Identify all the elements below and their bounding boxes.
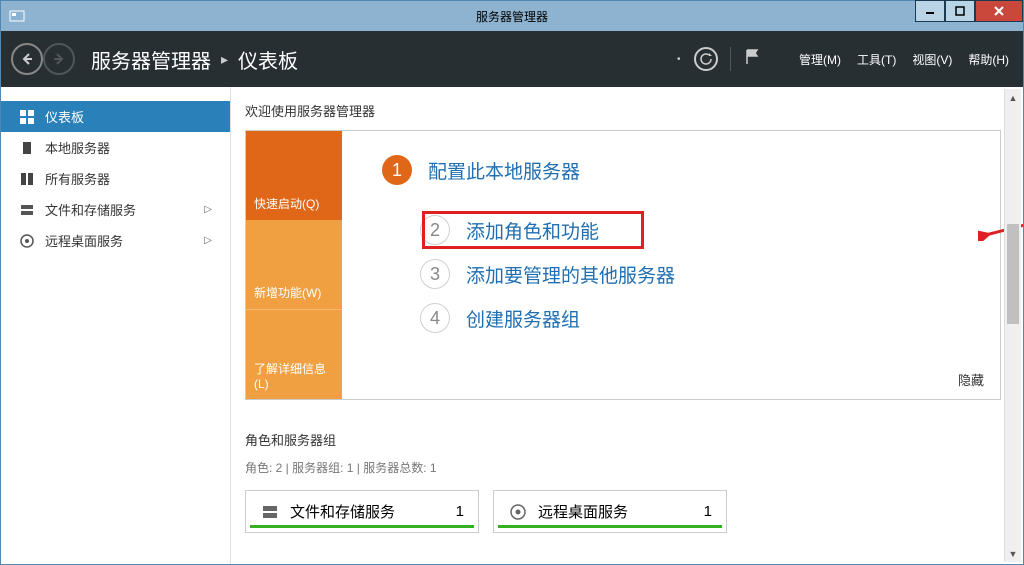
menu-view[interactable]: 视图(V) xyxy=(908,47,956,72)
role-card-remote-desktop[interactable]: 远程桌面服务 1 xyxy=(493,490,727,533)
step-number: 1 xyxy=(382,155,412,185)
sidebar-item-remote-desktop[interactable]: 远程桌面服务 ▷ xyxy=(1,225,230,256)
step-3: 3 添加要管理的其他服务器 xyxy=(420,259,980,289)
breadcrumb-dropdown[interactable]: • xyxy=(677,54,686,65)
minimize-button[interactable] xyxy=(915,0,945,22)
roles-title: 角色和服务器组 xyxy=(245,430,1001,449)
tab-whatsnew[interactable]: 新增功能(W) xyxy=(246,220,342,309)
step-link-add-servers[interactable]: 添加要管理的其他服务器 xyxy=(466,261,675,288)
app-icon xyxy=(7,6,27,26)
menu-tools[interactable]: 工具(T) xyxy=(853,47,900,72)
local-server-icon xyxy=(19,140,35,156)
nav-right: • 管理(M) 工具(T) 视图(V) 帮助(H) xyxy=(677,47,1013,72)
refresh-button[interactable] xyxy=(694,47,718,71)
breadcrumb: 服务器管理器 ▸ 仪表板 xyxy=(91,45,298,74)
chevron-right-icon: ▷ xyxy=(204,235,212,246)
window-controls xyxy=(915,1,1023,31)
nav-arrows xyxy=(11,43,75,75)
dashboard-icon xyxy=(19,109,35,125)
status-accent xyxy=(498,525,722,528)
step-link-create-group[interactable]: 创建服务器组 xyxy=(466,305,580,332)
menu-help[interactable]: 帮助(H) xyxy=(964,47,1013,72)
storage-icon xyxy=(260,502,280,522)
roles-subtitle: 角色: 2 | 服务器组: 1 | 服务器总数: 1 xyxy=(245,459,1001,476)
sidebar-item-all-servers[interactable]: 所有服务器 xyxy=(1,163,230,194)
scroll-down-arrow[interactable]: ▼ xyxy=(1005,545,1021,562)
welcome-title: 欢迎使用服务器管理器 xyxy=(245,101,1001,120)
remote-desktop-icon xyxy=(19,233,35,249)
sidebar-item-label: 仪表板 xyxy=(45,107,84,126)
step-2: 2 添加角色和功能 xyxy=(420,215,980,245)
step-link-add-roles[interactable]: 添加角色和功能 xyxy=(466,217,599,244)
tile-tabs: 快速启动(Q) 新增功能(W) 了解详细信息(L) xyxy=(246,131,342,399)
role-name: 文件和存储服务 xyxy=(290,501,446,522)
breadcrumb-root[interactable]: 服务器管理器 xyxy=(91,45,211,74)
role-count: 1 xyxy=(456,503,464,520)
roles-row: 文件和存储服务 1 远程桌面服务 1 xyxy=(245,490,1001,533)
tile-content: 1 配置此本地服务器 2 添加角色和功能 3 添加要管理的其他服务器 4 创建服… xyxy=(342,131,1000,399)
sidebar-item-label: 文件和存储服务 xyxy=(45,200,136,219)
menu-manage[interactable]: 管理(M) xyxy=(795,47,845,72)
step-1: 1 配置此本地服务器 xyxy=(382,155,980,185)
role-card-storage[interactable]: 文件和存储服务 1 xyxy=(245,490,479,533)
divider xyxy=(730,47,731,71)
scroll-up-arrow[interactable]: ▲ xyxy=(1005,89,1021,106)
chevron-right-icon: ▸ xyxy=(221,51,228,68)
sidebar-item-storage[interactable]: 文件和存储服务 ▷ xyxy=(1,194,230,225)
tab-quickstart[interactable]: 快速启动(Q) xyxy=(246,131,342,220)
role-name: 远程桌面服务 xyxy=(538,501,694,522)
sidebar-item-label: 本地服务器 xyxy=(45,138,110,157)
scrollbar[interactable]: ▲ ▼ xyxy=(1004,89,1021,562)
nav-header: 服务器管理器 ▸ 仪表板 • 管理(M) 工具(T) 视图(V) 帮助(H) xyxy=(0,31,1024,87)
remote-desktop-icon xyxy=(508,502,528,522)
breadcrumb-current: 仪表板 xyxy=(238,45,298,74)
chevron-right-icon: ▷ xyxy=(204,204,212,215)
notifications-flag-icon[interactable] xyxy=(743,48,761,71)
step-number: 3 xyxy=(420,259,450,289)
step-number: 2 xyxy=(420,215,450,245)
hide-link[interactable]: 隐藏 xyxy=(958,370,984,389)
all-servers-icon xyxy=(19,171,35,187)
step-4: 4 创建服务器组 xyxy=(420,303,980,333)
maximize-button[interactable] xyxy=(945,0,975,22)
storage-icon xyxy=(19,202,35,218)
nav-forward-button[interactable] xyxy=(43,43,75,75)
window-title: 服务器管理器 xyxy=(476,8,548,25)
status-accent xyxy=(250,525,474,528)
step-number: 4 xyxy=(420,303,450,333)
tab-learnmore[interactable]: 了解详细信息(L) xyxy=(246,309,342,399)
sidebar-item-label: 远程桌面服务 xyxy=(45,231,123,250)
welcome-tile: 快速启动(Q) 新增功能(W) 了解详细信息(L) 1 配置此本地服务器 2 添… xyxy=(245,130,1001,400)
sidebar-item-local-server[interactable]: 本地服务器 xyxy=(1,132,230,163)
sidebar-item-label: 所有服务器 xyxy=(45,169,110,188)
nav-back-button[interactable] xyxy=(11,43,43,75)
sidebar-item-dashboard[interactable]: 仪表板 xyxy=(1,101,230,132)
step-link-configure-local[interactable]: 配置此本地服务器 xyxy=(428,157,580,184)
scroll-thumb[interactable] xyxy=(1007,224,1019,324)
window-titlebar: 服务器管理器 xyxy=(0,0,1024,31)
sidebar: 仪表板 本地服务器 所有服务器 文件和存储服务 ▷ 远程桌面服务 ▷ xyxy=(1,87,231,564)
role-count: 1 xyxy=(704,503,712,520)
close-button[interactable] xyxy=(975,0,1023,22)
main-panel: 欢迎使用服务器管理器 快速启动(Q) 新增功能(W) 了解详细信息(L) 1 配… xyxy=(231,87,1023,564)
content-wrapper: 仪表板 本地服务器 所有服务器 文件和存储服务 ▷ 远程桌面服务 ▷ 欢迎使用服… xyxy=(0,87,1024,565)
